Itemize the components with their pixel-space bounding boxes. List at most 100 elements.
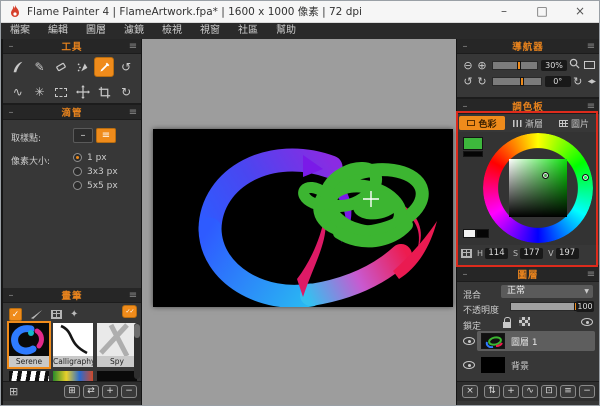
- sv-marker[interactable]: [542, 172, 549, 179]
- lock-transparency-icon[interactable]: [519, 317, 530, 326]
- panel-menu-icon[interactable]: ≡: [583, 269, 599, 280]
- visibility-all-icon[interactable]: [581, 318, 593, 326]
- maximize-button[interactable]: □: [523, 1, 561, 22]
- radio-1px[interactable]: 1 px: [73, 151, 107, 164]
- hue-marker[interactable]: [582, 174, 589, 181]
- brush-tile-partial[interactable]: [9, 371, 49, 381]
- collapse-icon[interactable]: –: [457, 41, 473, 52]
- remove-layer-button[interactable]: −: [579, 385, 595, 398]
- undo-button[interactable]: ↺: [116, 57, 136, 77]
- menu-edit[interactable]: 編輯: [39, 23, 77, 39]
- scrollbar-thumb[interactable]: [134, 324, 140, 338]
- wave-tool[interactable]: ∿: [8, 82, 28, 102]
- s-value[interactable]: 177: [520, 248, 543, 259]
- reset-rotation-icon[interactable]: ↻: [571, 75, 585, 88]
- tab-color[interactable]: 色彩: [459, 116, 505, 130]
- move-tool[interactable]: [73, 82, 93, 102]
- add-brush-button[interactable]: +: [102, 385, 118, 398]
- pencil-tool[interactable]: ✎: [29, 57, 49, 77]
- menu-file[interactable]: 檔案: [1, 23, 39, 39]
- layer-row-background[interactable]: 背景: [477, 355, 595, 375]
- panel-menu-icon[interactable]: ≡: [125, 290, 141, 301]
- magnifier-icon[interactable]: [567, 58, 581, 72]
- layer-row-1[interactable]: 圖層 1: [477, 331, 595, 351]
- collapse-icon[interactable]: –: [457, 269, 473, 280]
- eyedropper-tool[interactable]: [94, 57, 114, 77]
- slider-thumb[interactable]: [517, 61, 521, 70]
- lock-icon[interactable]: [503, 322, 511, 328]
- add-layer-button[interactable]: +: [503, 385, 519, 398]
- collapse-icon[interactable]: –: [3, 290, 19, 301]
- white-swatch[interactable]: [463, 229, 476, 238]
- rotate-cw-icon[interactable]: ↻: [475, 75, 489, 88]
- minimize-button[interactable]: –: [485, 1, 523, 22]
- menu-view[interactable]: 檢視: [153, 23, 191, 39]
- rotation-value[interactable]: 0°: [545, 76, 571, 87]
- collapse-icon[interactable]: –: [457, 101, 473, 112]
- opacity-slider[interactable]: [510, 302, 576, 311]
- reorder-layer-button[interactable]: ⇅: [484, 385, 500, 398]
- rotation-slider[interactable]: [492, 77, 542, 86]
- brush-list-scrollbar[interactable]: [134, 323, 140, 379]
- menu-help[interactable]: 幫助: [267, 23, 305, 39]
- menu-layer[interactable]: 圖層: [77, 23, 115, 39]
- panel-menu-icon[interactable]: ≡: [125, 41, 141, 52]
- collapse-icon[interactable]: –: [3, 107, 19, 118]
- brush-tile-partial[interactable]: [53, 371, 93, 381]
- radio-5x5px[interactable]: 5x5 px: [73, 179, 118, 192]
- tab-gradient[interactable]: 漸層: [505, 116, 551, 130]
- menu-filter[interactable]: 濾鏡: [115, 23, 153, 39]
- panel-menu-icon[interactable]: ≡: [583, 101, 599, 112]
- redo-button[interactable]: ↻: [116, 82, 136, 102]
- background-visibility-icon[interactable]: [463, 361, 475, 369]
- sparkle-icon[interactable]: ✦: [70, 309, 78, 320]
- brush-tile-calligraphy[interactable]: Calligraphy: [53, 323, 93, 367]
- zoom-slider[interactable]: [492, 61, 538, 70]
- merge-down-button[interactable]: ≡: [560, 385, 576, 398]
- remove-brush-button[interactable]: −: [121, 385, 137, 398]
- select-tool[interactable]: [51, 82, 71, 102]
- brush-tile-partial[interactable]: [97, 371, 137, 381]
- menu-community[interactable]: 社區: [229, 23, 267, 39]
- zoom-value[interactable]: 30%: [541, 60, 567, 71]
- layer1-visibility-icon[interactable]: [463, 337, 475, 345]
- zoom-in-icon[interactable]: ⊕: [475, 59, 489, 72]
- brush-multiselect-badge[interactable]: ✓✓: [122, 305, 137, 318]
- slider-thumb[interactable]: [520, 77, 524, 86]
- grid-view-icon[interactable]: ⊞: [9, 385, 18, 398]
- workspace[interactable]: [142, 39, 456, 405]
- canvas[interactable]: [153, 129, 453, 307]
- brush-grid-view-icon[interactable]: [51, 310, 62, 319]
- h-value[interactable]: 114: [485, 248, 508, 259]
- tab-image[interactable]: 圖片: [551, 116, 597, 130]
- eraser-tool[interactable]: [51, 57, 71, 77]
- close-button[interactable]: ×: [561, 1, 599, 22]
- brush-tile-spy[interactable]: Spy: [97, 323, 137, 367]
- brush-tile-serene[interactable]: Serene: [9, 323, 49, 367]
- opacity-value[interactable]: 100: [576, 301, 594, 312]
- import-export-button[interactable]: ⇄: [83, 385, 99, 398]
- crop-tool[interactable]: [94, 82, 114, 102]
- sample-list-button[interactable]: ≡: [96, 128, 116, 143]
- duplicate-layer-button[interactable]: ⊡: [541, 385, 557, 398]
- v-value[interactable]: 197: [556, 248, 579, 259]
- rotate-ccw-icon[interactable]: ↺: [461, 75, 475, 88]
- collapse-icon[interactable]: –: [3, 41, 19, 52]
- swatches-grid-icon[interactable]: [461, 249, 472, 258]
- sample-minus-button[interactable]: –: [73, 128, 93, 143]
- secondary-color-swatch[interactable]: [463, 151, 483, 157]
- panel-menu-icon[interactable]: ≡: [583, 41, 599, 52]
- menu-window[interactable]: 視窗: [191, 23, 229, 39]
- panel-menu-icon[interactable]: ≡: [125, 107, 141, 118]
- flip-horizontal-icon[interactable]: ◀▶: [588, 78, 595, 85]
- flame-brush-tool[interactable]: [8, 57, 28, 77]
- sv-square[interactable]: [509, 159, 567, 217]
- thumbnail-view-button[interactable]: ⊞: [64, 385, 80, 398]
- delete-layer-button[interactable]: ×: [462, 385, 478, 398]
- primary-color-swatch[interactable]: [463, 137, 483, 150]
- blend-mode-dropdown[interactable]: 正常 ▼: [501, 285, 593, 298]
- radio-3x3px[interactable]: 3x3 px: [73, 165, 118, 178]
- black-swatch[interactable]: [476, 229, 489, 238]
- airbrush-tool[interactable]: [73, 57, 93, 77]
- fit-screen-icon[interactable]: [584, 61, 595, 69]
